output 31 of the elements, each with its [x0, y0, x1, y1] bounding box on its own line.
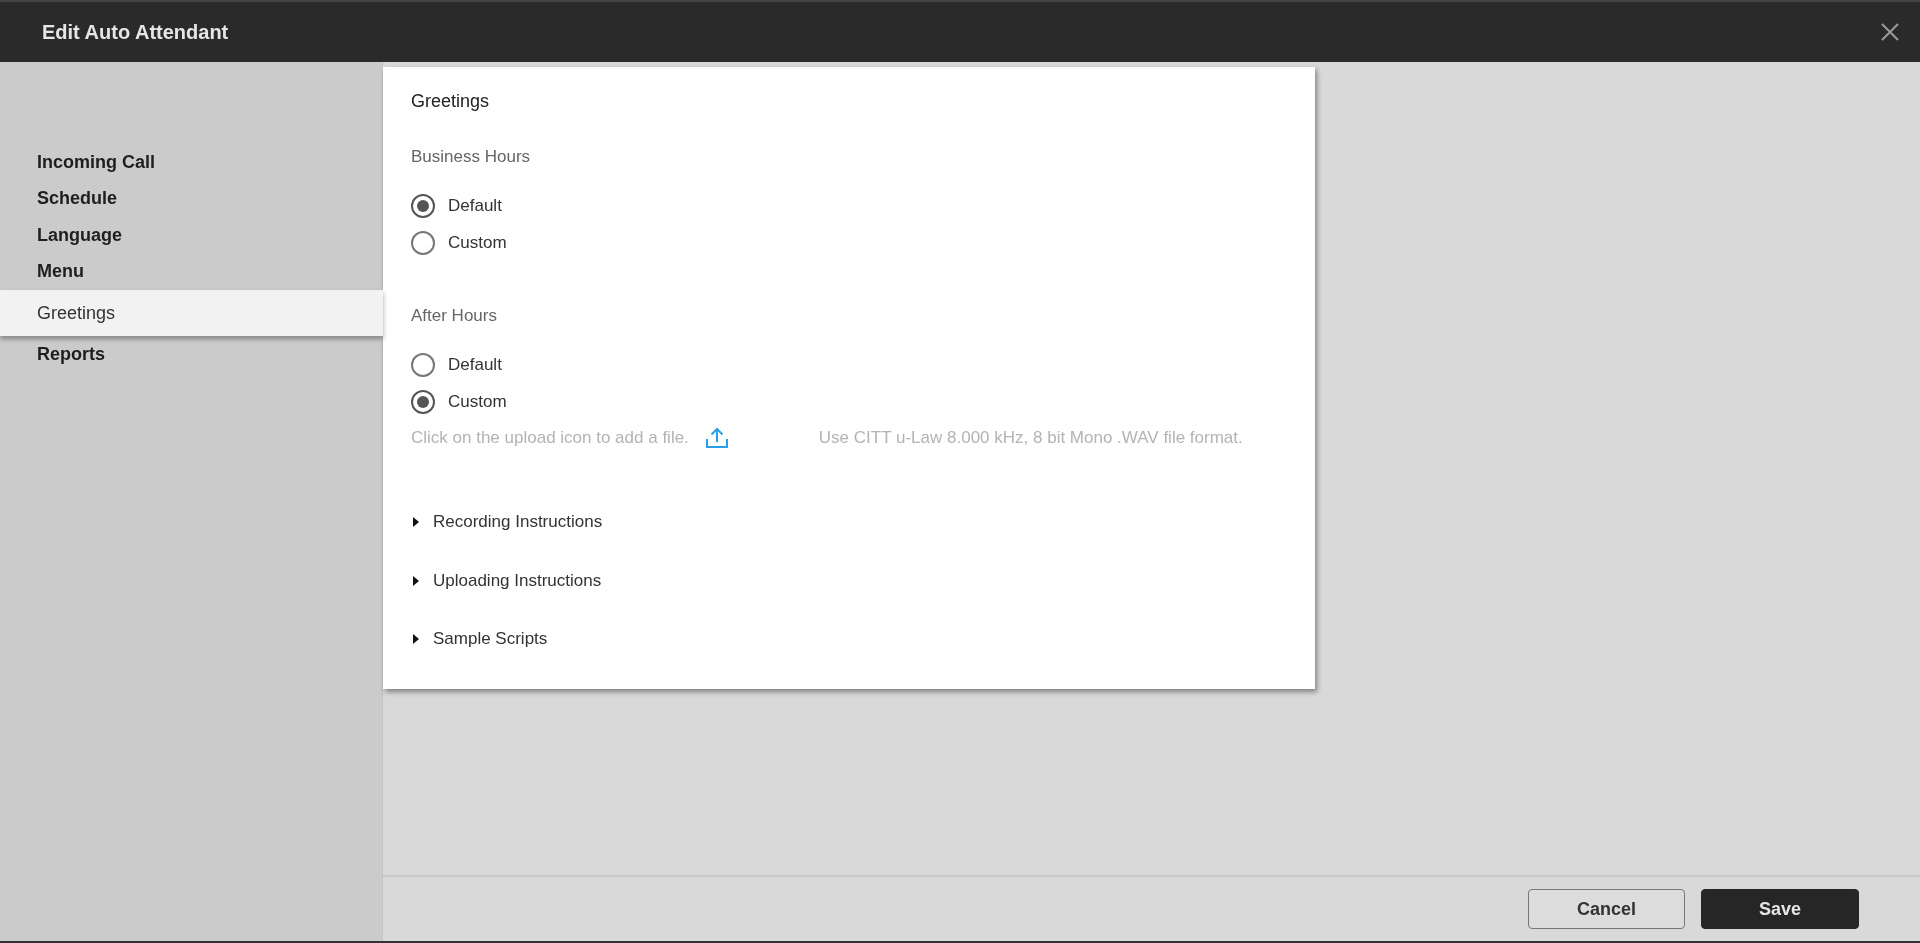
radio-label: Default — [448, 354, 502, 375]
sidebar-item[interactable]: Greetings — [0, 290, 383, 336]
expand-triangle-icon[interactable] — [411, 574, 421, 587]
sidebar-item[interactable]: Reports — [0, 336, 382, 373]
group-label: After Hours — [411, 306, 498, 326]
card-title: Greetings — [411, 91, 491, 112]
window-title: Edit Auto Attendant — [42, 20, 229, 44]
radio-button[interactable] — [411, 390, 435, 415]
radio-button[interactable] — [411, 231, 435, 256]
section-toggle[interactable]: Recording Instructions — [433, 512, 603, 533]
format-note: Use CITT u-Law 8.000 kHz, 8 bit Mono .WAV file format. — [818, 428, 1243, 448]
upload-button[interactable] — [704, 427, 729, 449]
radio-label: Default — [448, 195, 502, 216]
radio-label: Custom — [448, 233, 507, 254]
upload-hint: Click on the upload icon to add a file. — [411, 428, 689, 448]
sidebar-item[interactable]: Language — [0, 217, 382, 254]
sidebar-item[interactable]: Schedule — [0, 180, 382, 217]
sidebar-item[interactable]: Menu — [0, 253, 382, 290]
radio-button[interactable] — [411, 193, 435, 218]
radio-label: Custom — [448, 392, 507, 413]
section-toggle[interactable]: Uploading Instructions — [433, 570, 602, 591]
sidebar-item[interactable]: Incoming Call — [0, 144, 382, 181]
section-toggle[interactable]: Sample Scripts — [433, 629, 548, 650]
expand-triangle-icon[interactable] — [411, 516, 421, 529]
group-label: Business Hours — [411, 147, 532, 167]
radio-button[interactable] — [411, 352, 435, 377]
expand-triangle-icon[interactable] — [411, 633, 421, 646]
cancel-button[interactable]: Cancel — [1528, 889, 1685, 929]
close-icon — [1880, 22, 1900, 42]
save-button[interactable]: Save — [1701, 889, 1859, 929]
upload-icon — [704, 427, 729, 449]
